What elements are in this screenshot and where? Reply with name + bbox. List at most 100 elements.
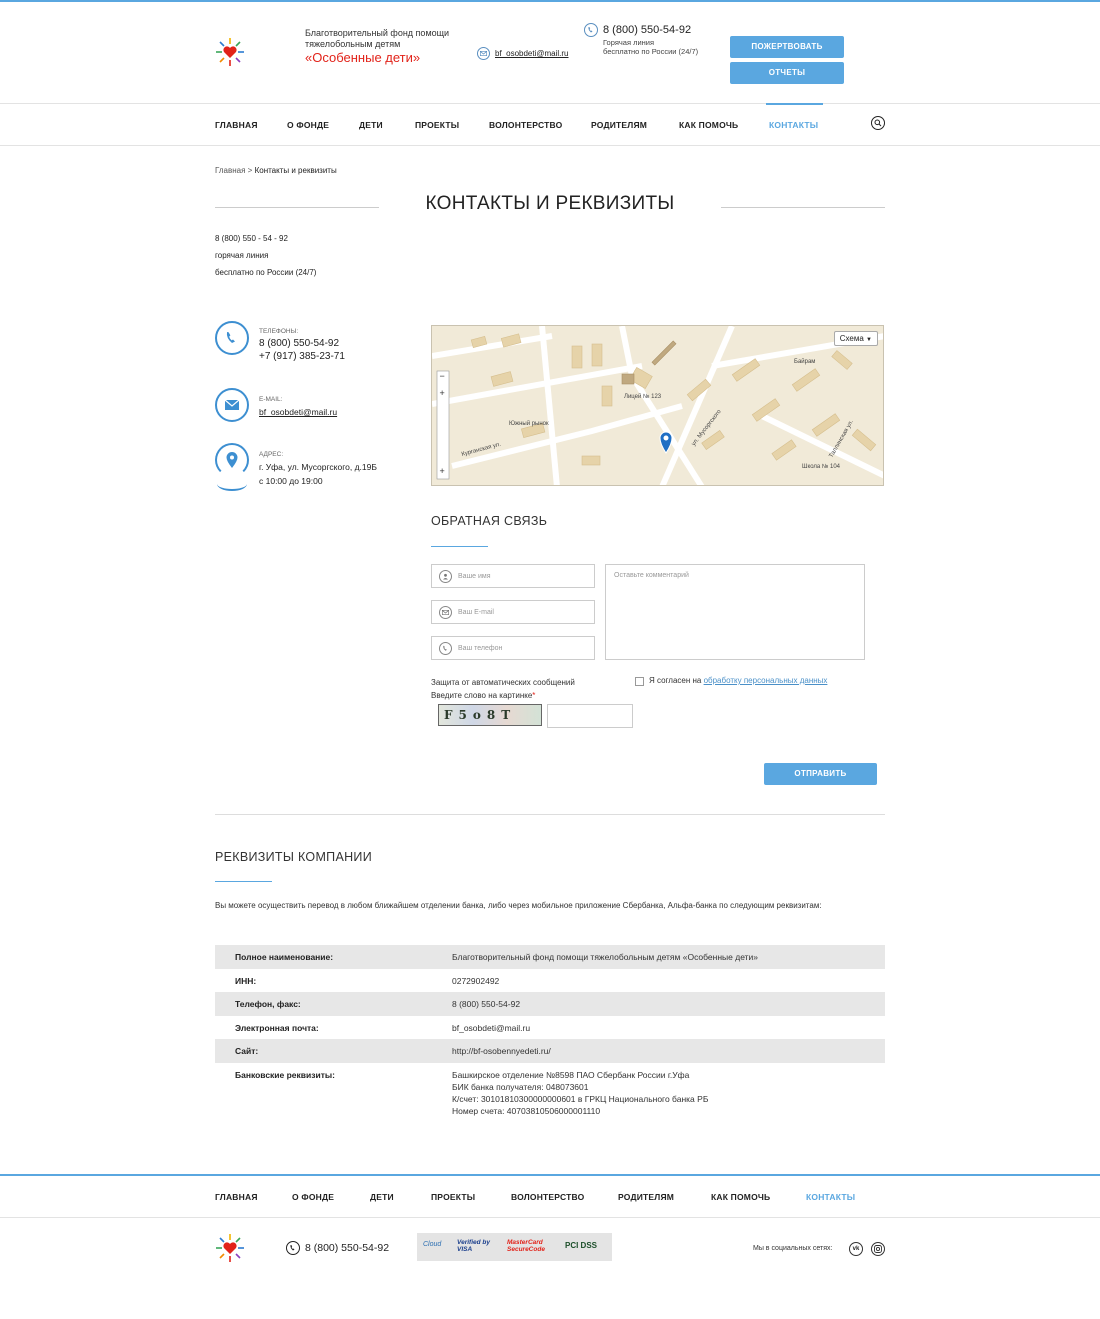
req-row: Телефон, факс: 8 (800) 550-54-92 [215, 992, 885, 1016]
location-icon-base [217, 477, 247, 491]
email-placeholder: Ваш E-mail [458, 608, 494, 616]
nav-item-home[interactable]: ГЛАВНАЯ [215, 120, 258, 130]
captcha-input[interactable] [547, 704, 633, 728]
contact-phone-2[interactable]: +7 (917) 385-23-71 [259, 350, 345, 363]
email-field[interactable]: Ваш E-mail [431, 600, 595, 624]
header-email[interactable]: bf_osobdeti@mail.ru [477, 47, 569, 60]
captcha-line-2: Введите слово на картинке [431, 691, 533, 700]
cloud-payments-logo: Cloud [423, 1241, 442, 1248]
map-zoom-in-icon[interactable]: + [440, 388, 445, 398]
req-row: Банковские реквизиты: Башкирское отделен… [215, 1063, 885, 1123]
logo[interactable] [214, 36, 246, 73]
fund-description: Благотворительный фонд помощи тяжелоболь… [305, 28, 449, 50]
nav-item-about[interactable]: О ФОНДЕ [287, 120, 329, 130]
header-hotline: Горячая линия бесплатно по России (24/7) [603, 38, 698, 56]
contact-phones: ТЕЛЕФОНЫ: 8 (800) 550-54-92 +7 (917) 385… [259, 328, 345, 363]
payment-logos: Cloud Verified by VISA MasterCard Secure… [417, 1233, 612, 1261]
bank-line: Номер счета: 40703810506000001110 [452, 1105, 601, 1116]
contact-email: E-MAIL: bf_osobdeti@mail.ru [259, 396, 337, 419]
hotline-label: Горячая линия [603, 38, 655, 47]
map-zoom-plus-bottom-icon[interactable]: + [440, 466, 445, 476]
footer-nav-volunteering[interactable]: ВОЛОНТЕРСТВО [511, 1192, 584, 1202]
header-phone[interactable]: 8 (800) 550-54-92 [584, 23, 691, 37]
req-row: Полное наименование: Благотворительный ф… [215, 945, 885, 969]
comment-field[interactable]: Оставьте комментарий [605, 564, 865, 660]
mastercard-securecode-logo: MasterCard SecureCode [507, 1239, 545, 1253]
user-icon [439, 569, 452, 583]
breadcrumb-home[interactable]: Главная [215, 166, 245, 175]
address-label: АДРЕС: [259, 451, 284, 458]
footer-logo[interactable] [214, 1232, 246, 1269]
name-field[interactable]: Ваше имя [431, 564, 595, 588]
nav-item-children[interactable]: ДЕТИ [359, 120, 383, 130]
nav-active-indicator [766, 103, 823, 105]
submit-button[interactable]: ОТПРАВИТЬ [764, 763, 877, 785]
agree-link[interactable]: обработку персональных данных [704, 676, 828, 685]
chevron-down-icon: ▼ [866, 337, 872, 343]
mail-icon [477, 47, 490, 60]
breadcrumb-separator: > [245, 166, 255, 175]
nav-item-volunteering[interactable]: ВОЛОНТЕРСТВО [489, 120, 562, 130]
top-accent-line [0, 0, 1100, 2]
req-value: http://bf-osobennyedeti.ru/ [452, 1046, 551, 1056]
breadcrumb-current: Контакты и реквизиты [254, 166, 337, 175]
map-scheme-label: Схема [839, 334, 864, 343]
fund-line-2: тяжелобольным детям [305, 39, 401, 49]
footer-nav-parents[interactable]: РОДИТЕЛЯМ [618, 1192, 674, 1202]
nav-item-projects[interactable]: ПРОЕКТЫ [415, 120, 459, 130]
comment-placeholder: Оставьте комментарий [614, 572, 689, 579]
address-value: г. Уфа, ул. Мусоргского, д.19Б [259, 462, 377, 472]
instagram-icon[interactable] [871, 1242, 885, 1256]
footer-nav-contacts[interactable]: КОНТАКТЫ [806, 1192, 855, 1202]
map-zoom-out-icon[interactable]: − [440, 371, 445, 381]
vk-icon[interactable]: vk [849, 1242, 863, 1256]
req-key: Сайт: [235, 1046, 259, 1056]
requisites-title-underline [215, 881, 272, 882]
captcha-image: F5o8T [438, 704, 542, 726]
reports-button[interactable]: ОТЧЕТЫ [730, 62, 844, 84]
req-bank-value: Башкирское отделение №8598 ПАО Сбербанк … [452, 1069, 708, 1117]
nav-item-parents[interactable]: РОДИТЕЛЯМ [591, 120, 647, 130]
footer-nav-projects[interactable]: ПРОЕКТЫ [431, 1192, 475, 1202]
bank-line: БИК банка получателя: 048073601 [452, 1081, 589, 1092]
map[interactable]: Лицей № 123 Южный рынок ул. Мусоргского … [431, 325, 884, 486]
contact-phone-1[interactable]: 8 (800) 550-54-92 [259, 337, 345, 350]
page-title: КОНТАКТЫ И РЕКВИЗИТЫ [425, 193, 675, 214]
agree-checkbox[interactable] [635, 677, 644, 686]
nav-item-how-to-help[interactable]: КАК ПОМОЧЬ [679, 120, 738, 130]
req-key: Банковские реквизиты: [235, 1069, 335, 1080]
requisites-title: РЕКВИЗИТЫ КОМПАНИИ [215, 850, 372, 864]
req-row: Сайт: http://bf-osobennyedeti.ru/ [215, 1039, 885, 1063]
intro-free: бесплатно по России (24/7) [215, 268, 317, 277]
map-label-market: Южный рынок [509, 420, 549, 427]
req-key: ИНН: [235, 975, 257, 986]
intro-phone: 8 (800) 550 - 54 - 92 [215, 234, 288, 243]
nav-item-contacts[interactable]: КОНТАКТЫ [769, 120, 818, 130]
contact-phone-icon [215, 321, 249, 355]
req-key: Полное наименование: [235, 952, 334, 962]
search-icon[interactable] [871, 116, 885, 130]
header-email-link[interactable]: bf_osobdeti@mail.ru [495, 49, 569, 58]
req-value: bf_osobdeti@mail.ru [452, 1022, 531, 1033]
footer-nav-children[interactable]: ДЕТИ [370, 1192, 394, 1202]
footer-nav-how-to-help[interactable]: КАК ПОМОЧЬ [711, 1192, 770, 1202]
footer-phone[interactable]: 8 (800) 550-54-92 [286, 1241, 389, 1255]
free-russia-label: бесплатно по России (24/7) [603, 47, 699, 56]
fund-name: «Особенные дети» [305, 50, 421, 65]
hours-value: с 10:00 до 19:00 [259, 476, 323, 486]
phone-icon [439, 641, 452, 655]
req-row: ИНН: 0272902492 [215, 969, 885, 993]
footer-nav-home[interactable]: ГЛАВНАЯ [215, 1192, 258, 1202]
email-label: E-MAIL: [259, 396, 283, 403]
header-phone-number: 8 (800) 550-54-92 [603, 24, 692, 36]
map-canvas[interactable]: Лицей № 123 Южный рынок ул. Мусоргского … [432, 326, 884, 486]
verified-visa-logo: Verified by VISA [457, 1239, 490, 1253]
contact-mail-icon [215, 388, 249, 422]
phone-field[interactable]: Ваш телефон [431, 636, 595, 660]
donate-button[interactable]: ПОЖЕРТВОВАТЬ [730, 36, 844, 58]
intro-hotline: горячая линия [215, 251, 269, 260]
contact-address: АДРЕС: г. Уфа, ул. Мусоргского, д.19Б с … [259, 451, 377, 488]
contact-email-link[interactable]: bf_osobdeti@mail.ru [259, 405, 337, 419]
map-scheme-select[interactable]: Схема ▼ [833, 331, 878, 346]
footer-nav-about[interactable]: О ФОНДЕ [292, 1192, 334, 1202]
